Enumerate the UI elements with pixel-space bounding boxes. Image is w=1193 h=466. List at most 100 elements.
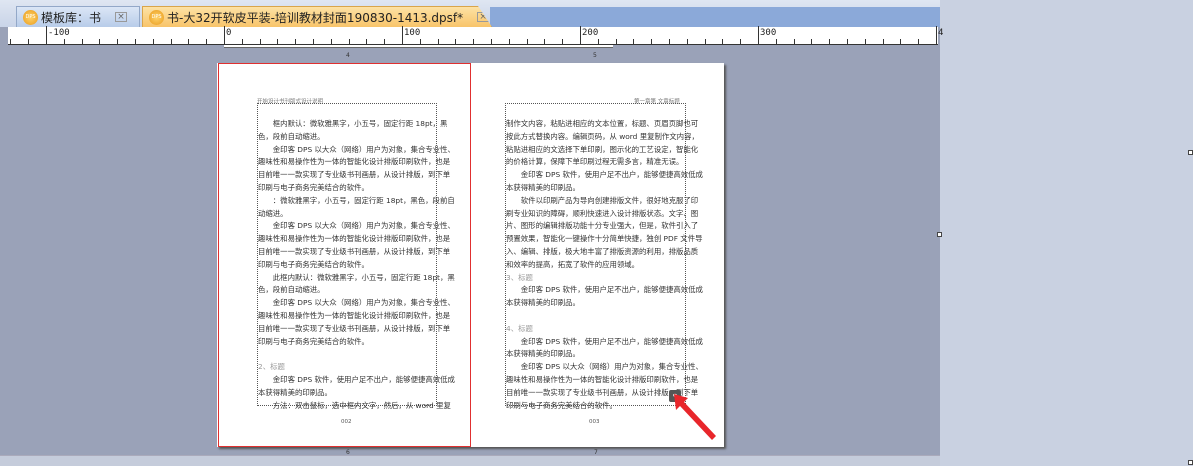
ruler-tick — [46, 26, 47, 44]
text-line: 印刷与电子商务完美结合的软件。 — [258, 259, 369, 269]
right-page-number: 003 — [589, 419, 600, 425]
ruler-tick — [562, 39, 564, 44]
dps-logo-icon: DPS — [23, 9, 38, 25]
text-line: 趣味性和易操作性为一体的智能化设计排版印刷软件，也是 — [258, 310, 451, 320]
tab-document[interactable]: DPS 书-大32开软皮平装-培训教材封面190830-1413.dpsf* × — [142, 6, 492, 27]
ruler-tick — [704, 39, 706, 44]
right-page-text: 制作文内容，粘贴进相应的文本位置，标题、页眉页脚也可 按此方式替换内容。编辑页码，… — [506, 118, 703, 412]
ruler-tick — [936, 26, 937, 44]
text-line: 制作文内容，粘贴进相应的文本位置，标题、页眉页脚也可 — [506, 119, 699, 128]
ruler-tick — [295, 39, 297, 44]
text-line: 方法：双击鼠标，选中框内文字，然后，从 word 里复 — [258, 400, 451, 410]
text-line: 金印客 DPS 以大众（网络）用户为对象，集合专业性、 — [258, 298, 455, 308]
text-line: 色，段前自动缩进。 — [258, 285, 325, 295]
ruler-label: -100 — [48, 28, 70, 38]
text-line: 色，段前自动缩进。 — [258, 131, 325, 141]
ruler-tick — [544, 39, 546, 44]
ruler-tick — [81, 39, 83, 44]
ruler-tick — [882, 39, 884, 44]
ruler-tick — [152, 39, 154, 44]
page-marker: 5 — [593, 52, 597, 59]
text-line: 目前唯一一款实现了专业级书刊画册，从设计排版，到下单 — [258, 323, 451, 333]
text-line: 金印客 DPS 软件，使用户足不出户，能够便捷高效低成 — [506, 285, 703, 295]
ruler-tick — [117, 39, 119, 44]
text-line: 的价格计算，保障下单印刷过程无需多言，精准无误。 — [506, 157, 684, 167]
text-line: 动缩进。 — [258, 208, 288, 218]
ruler-tick — [900, 39, 902, 44]
ruler-tick — [419, 39, 421, 44]
document-tab-bar: DPS 模板库：书 × DPS 书-大32开软皮平装-培训教材封面190830-… — [0, 0, 940, 27]
ruler-tick — [491, 39, 492, 44]
text-line: 目前唯一一款实现了专业级书刊画册，从设计排版，到下单 — [258, 170, 451, 180]
resize-handle[interactable] — [1188, 150, 1193, 155]
ruler-tick — [829, 39, 831, 44]
text-line: 预置效果，智能化一键操作十分简单快捷，独创 PDF 文件导 — [506, 234, 703, 244]
ruler-tick — [330, 39, 332, 44]
ruler-tick — [170, 39, 172, 44]
ruler-tick — [28, 39, 30, 44]
ruler-tick — [437, 39, 439, 44]
ruler-tick — [740, 39, 742, 44]
ruler-tick — [918, 39, 920, 44]
left-page-text: 框内默认：微软雅黑字，小五号，固定行距 18pt，黑 色，段前自动缩进。 金印客 … — [258, 118, 455, 412]
ruler-tick — [384, 39, 386, 44]
text-line — [506, 310, 703, 323]
ruler-tick — [188, 39, 190, 44]
ruler-label: 300 — [760, 28, 777, 38]
ruler-tick — [313, 39, 314, 44]
horizontal-ruler[interactable]: -100 0 100 200 300 4 — [8, 26, 943, 45]
ruler-tick — [135, 39, 136, 44]
ruler-tick — [793, 39, 795, 44]
text-line: 金印客 DPS 以大众（网络）用户为对象，集合专业性、 — [258, 221, 455, 231]
ruler-tick — [597, 39, 599, 44]
text-line: 粘贴进相应的文选择下单印刷，图示化的工艺设定，智能化 — [506, 144, 699, 154]
text-line: 目前唯一一款实现了专业级书刊画册，从设计排版，到下单 — [258, 246, 451, 256]
ruler-tick — [526, 39, 528, 44]
ruler-tick — [402, 26, 403, 44]
ruler-tick — [99, 39, 101, 44]
text-line: 金印客 DPS 软件，使用户足不出户，能够便捷高效低成 — [258, 374, 455, 384]
ruler-tick — [63, 39, 65, 44]
text-line: 本获得精美的印刷品。 — [506, 182, 580, 192]
text-line: 趣味性和易操作性为一体的智能化设计排版印刷软件，也是 — [506, 374, 699, 384]
close-icon[interactable]: × — [477, 12, 490, 22]
page-marker: 4 — [346, 52, 350, 59]
text-line: 金印客 DPS 软件，使用户足不出户，能够便捷高效低成 — [506, 336, 703, 346]
close-icon[interactable]: × — [115, 12, 128, 22]
ruler-tick — [580, 26, 581, 44]
annotation-arrow-icon — [674, 394, 716, 440]
left-page-number: 002 — [341, 419, 352, 425]
text-line: 和效率的提高，拓宽了软件的应用领域。 — [506, 259, 640, 269]
ruler-tick — [811, 39, 813, 44]
resize-handle[interactable] — [937, 232, 942, 237]
ruler-tick — [366, 39, 368, 44]
tab-label: 模板库：书 — [41, 10, 102, 25]
text-line: 本获得精美的印刷品。 — [258, 387, 332, 397]
text-line: 框内默认：微软雅黑字，小五号，固定行距 18pt，黑 — [258, 119, 448, 128]
ruler-tick — [758, 26, 759, 44]
page-strip — [224, 45, 613, 48]
ruler-tick — [686, 39, 688, 44]
ruler-tick — [10, 39, 12, 44]
ruler-tick — [259, 39, 261, 44]
ruler-label: 200 — [582, 28, 599, 38]
horizontal-scrollbar[interactable] — [0, 455, 940, 466]
ruler-tick — [277, 39, 279, 44]
ruler-tick — [615, 39, 617, 44]
text-line: 按此方式替换内容。编辑页码，从 word 里复制作文内容， — [506, 131, 699, 141]
text-line: 入、编辑、排版，极大地丰富了排版资源的利用，排版品质 — [506, 246, 699, 256]
ruler-tick — [864, 39, 866, 44]
text-line: 金印客 DPS 以大众（网络）用户为对象，集合专业性、 — [506, 362, 703, 372]
dps-logo-icon: DPS — [149, 9, 164, 25]
text-line: 本获得精美的印刷品。 — [506, 349, 580, 359]
tab-template-library[interactable]: DPS 模板库：书 × — [16, 6, 140, 27]
text-line: 趣味性和易操作性为一体的智能化设计排版印刷软件，也是 — [258, 234, 451, 244]
ruler-label: 0 — [226, 28, 232, 38]
text-line: 片、图形的编辑排版功能十分专业强大，但是，软件引入了 — [506, 221, 699, 231]
ruler-tick — [473, 39, 475, 44]
resize-handle[interactable] — [1188, 460, 1193, 465]
ruler-tick — [224, 26, 225, 44]
text-line: 印刷与电子商务完美结合的软件。 — [258, 336, 369, 346]
ruler-tick — [241, 39, 243, 44]
ruler-tick — [722, 39, 724, 44]
